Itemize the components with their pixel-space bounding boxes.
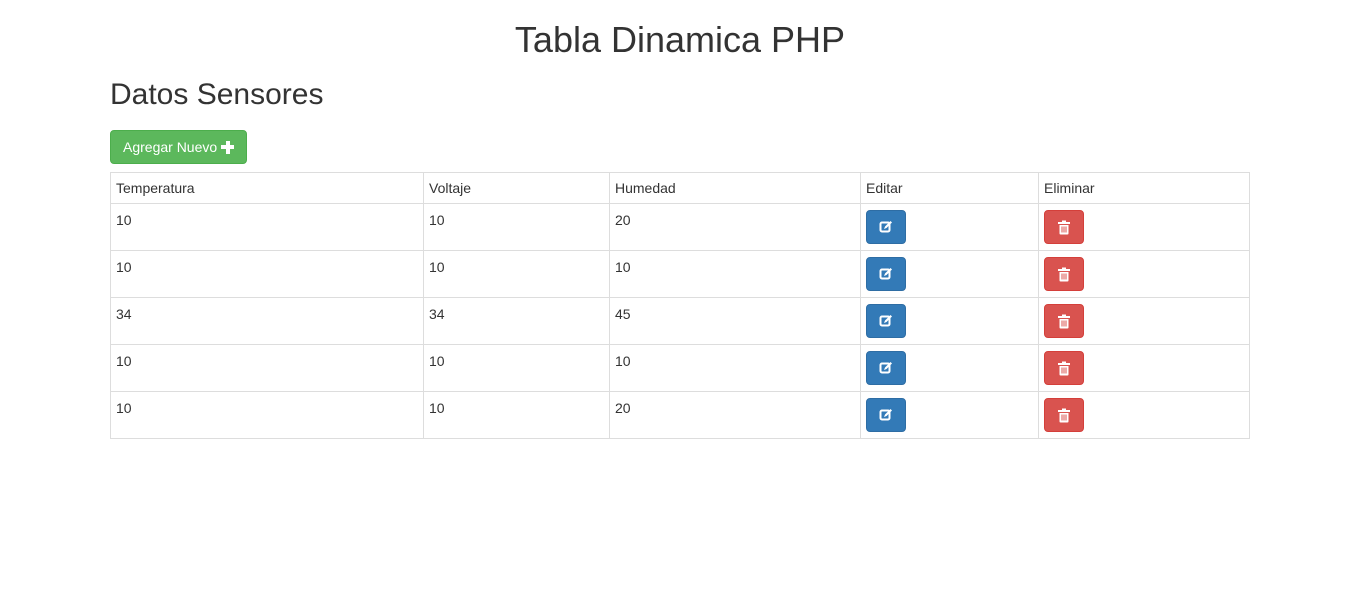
table-row: 10 10 20 [110, 391, 1250, 439]
edit-icon [879, 362, 892, 374]
cell-temperatura: 10 [110, 344, 424, 392]
table-header-row: Temperatura Voltaje Humedad Editar Elimi… [110, 172, 1250, 204]
cell-temperatura: 10 [110, 250, 424, 298]
cell-humedad: 20 [609, 391, 861, 439]
cell-editar [860, 297, 1039, 345]
cell-editar [860, 391, 1039, 439]
cell-humedad: 10 [609, 250, 861, 298]
cell-temperatura: 10 [110, 203, 424, 251]
cell-eliminar [1038, 391, 1250, 439]
table-row: 10 10 10 [110, 250, 1250, 298]
trash-icon [1058, 408, 1070, 422]
trash-icon [1058, 220, 1070, 234]
section-title: Datos Sensores [110, 78, 324, 111]
edit-icon [879, 221, 892, 233]
edit-button[interactable] [866, 398, 906, 432]
edit-icon [879, 268, 892, 280]
column-header-humedad: Humedad [609, 172, 861, 204]
sensor-table: Temperatura Voltaje Humedad Editar Elimi… [110, 172, 1250, 439]
edit-button[interactable] [866, 210, 906, 244]
cell-eliminar [1038, 250, 1250, 298]
edit-button[interactable] [866, 304, 906, 338]
delete-button[interactable] [1044, 351, 1084, 385]
cell-voltaje: 10 [423, 203, 610, 251]
cell-temperatura: 34 [110, 297, 424, 345]
delete-button[interactable] [1044, 304, 1084, 338]
cell-eliminar [1038, 344, 1250, 392]
column-header-temperatura: Temperatura [110, 172, 424, 204]
cell-editar [860, 250, 1039, 298]
table-row: 10 10 10 [110, 344, 1250, 392]
delete-button[interactable] [1044, 257, 1084, 291]
cell-humedad: 45 [609, 297, 861, 345]
cell-temperatura: 10 [110, 391, 424, 439]
page-title: Tabla Dinamica PHP [514, 19, 846, 60]
cell-voltaje: 34 [423, 297, 610, 345]
delete-button[interactable] [1044, 398, 1084, 432]
delete-button[interactable] [1044, 210, 1084, 244]
plus-icon [221, 140, 235, 154]
cell-voltaje: 10 [423, 391, 610, 439]
cell-editar [860, 203, 1039, 251]
edit-button[interactable] [866, 257, 906, 291]
cell-humedad: 10 [609, 344, 861, 392]
trash-icon [1058, 267, 1070, 281]
edit-icon [879, 315, 892, 327]
trash-icon [1058, 361, 1070, 375]
table-row: 34 34 45 [110, 297, 1250, 345]
table-row: 10 10 20 [110, 203, 1250, 251]
trash-icon [1058, 314, 1070, 328]
cell-voltaje: 10 [423, 250, 610, 298]
add-new-button[interactable]: Agregar Nuevo [110, 130, 248, 164]
cell-eliminar [1038, 203, 1250, 251]
cell-humedad: 20 [609, 203, 861, 251]
add-new-label: Agregar Nuevo [123, 139, 218, 155]
edit-button[interactable] [866, 351, 906, 385]
column-header-eliminar: Eliminar [1038, 172, 1250, 204]
cell-voltaje: 10 [423, 344, 610, 392]
column-header-voltaje: Voltaje [423, 172, 610, 204]
cell-eliminar [1038, 297, 1250, 345]
edit-icon [879, 409, 892, 421]
cell-editar [860, 344, 1039, 392]
column-header-editar: Editar [860, 172, 1039, 204]
